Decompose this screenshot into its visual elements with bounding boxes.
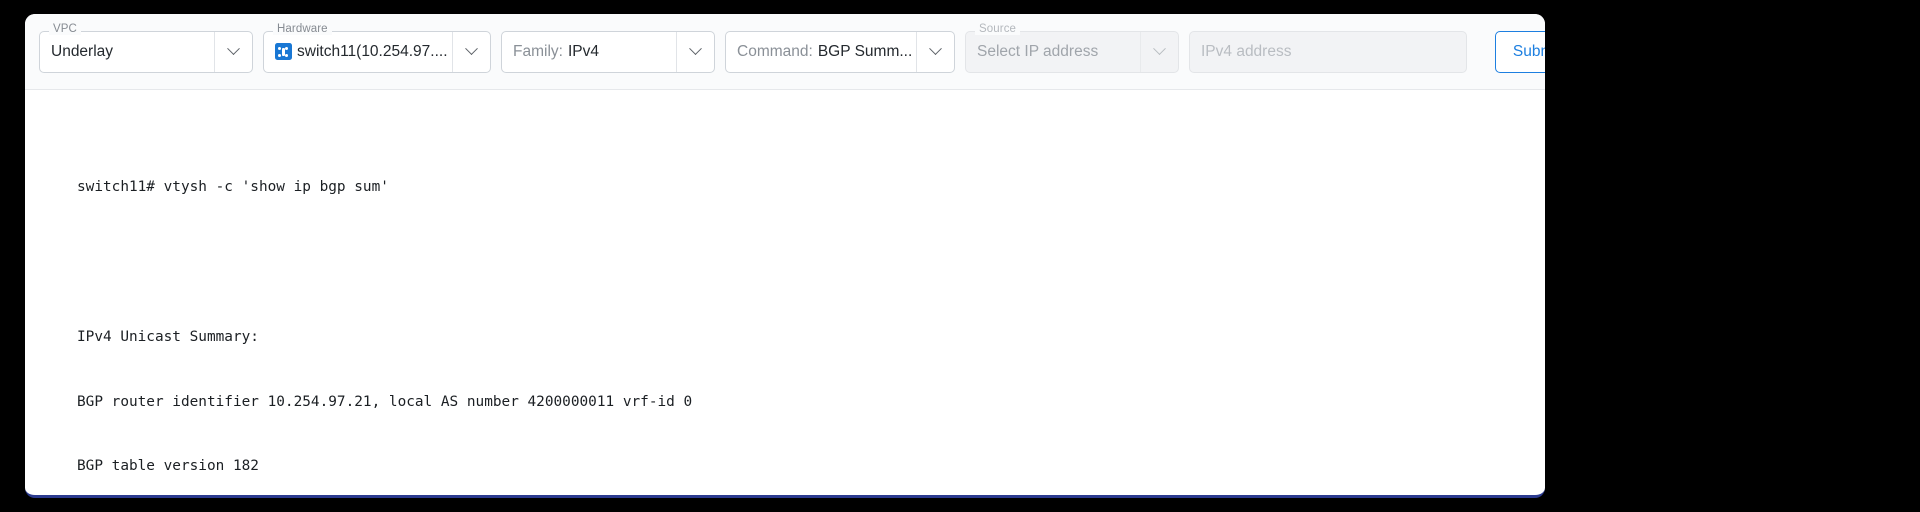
source-value: Select IP address <box>977 42 1099 60</box>
family-chevron-down-icon[interactable] <box>676 31 714 72</box>
command-chevron-down-icon[interactable] <box>916 31 954 72</box>
command-value: BGP Summ... <box>817 42 913 60</box>
vpc-legend: VPC <box>49 23 81 35</box>
command-label: Command: <box>737 42 813 60</box>
vpc-select[interactable]: VPC Underlay <box>39 23 253 73</box>
query-toolbar: VPC Underlay Hardware switch11(10.254.97… <box>25 14 1545 90</box>
hardware-select[interactable]: Hardware switch11(10.254.97.... <box>263 23 491 73</box>
hardware-value: switch11(10.254.97.... <box>297 42 448 60</box>
family-select[interactable]: Family: IPv4 <box>501 30 715 73</box>
switch-icon <box>275 43 292 60</box>
terminal-summary-line: IPv4 Unicast Summary: <box>77 329 259 345</box>
source-legend: Source <box>975 23 1021 35</box>
hardware-legend: Hardware <box>273 23 332 35</box>
command-select[interactable]: Command: BGP Summ... <box>725 30 955 73</box>
console-card: VPC Underlay Hardware switch11(10.254.97… <box>25 14 1545 498</box>
hardware-chevron-down-icon[interactable] <box>452 31 490 72</box>
terminal-prompt-line: switch11# vtysh -c 'show ip bgp sum' <box>77 178 389 195</box>
vpc-value: Underlay <box>51 42 114 60</box>
terminal-output: switch11# vtysh -c 'show ip bgp sum' IPv… <box>25 90 1545 495</box>
source-select[interactable]: Source Select IP address <box>965 23 1179 73</box>
family-label: Family: <box>513 42 563 60</box>
family-value-wrap: Family: IPv4 <box>502 43 676 61</box>
vpc-chevron-down-icon[interactable] <box>214 31 252 72</box>
terminal-summary-line: BGP table version 182 <box>77 458 259 474</box>
source-chevron-down-icon[interactable] <box>1140 31 1178 72</box>
hardware-value-wrap: switch11(10.254.97.... <box>264 43 452 61</box>
command-value-wrap: Command: BGP Summ... <box>726 43 916 61</box>
ip-address-input[interactable] <box>1189 30 1467 73</box>
terminal-spacer <box>77 241 1545 263</box>
submit-button[interactable]: Submit <box>1495 30 1545 73</box>
family-value: IPv4 <box>567 42 599 60</box>
terminal-summary-line: BGP router identifier 10.254.97.21, loca… <box>77 393 693 410</box>
